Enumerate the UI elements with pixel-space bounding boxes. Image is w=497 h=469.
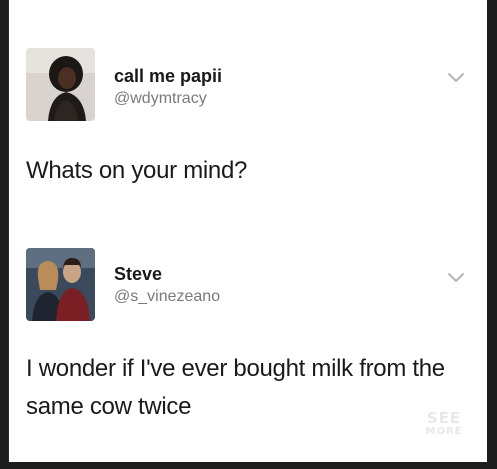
display-name[interactable]: call me papii	[114, 66, 222, 87]
avatar[interactable]	[26, 248, 95, 321]
chevron-down-icon[interactable]	[446, 270, 466, 284]
user-handle[interactable]: @wdymtracy	[114, 90, 207, 108]
watermark-line1: SEE	[426, 409, 462, 427]
chevron-down-icon[interactable]	[446, 70, 466, 84]
tweet-screenshot: call me papii @wdymtracy Whats on your m…	[8, 0, 487, 462]
user-handle[interactable]: @s_vinezeano	[114, 288, 220, 306]
tweet-text: Whats on your mind?	[26, 157, 248, 184]
watermark-line2: MORE	[425, 426, 463, 437]
see-more-watermark: SEE MORE	[419, 409, 469, 438]
display-name[interactable]: Steve	[114, 264, 162, 285]
avatar[interactable]	[26, 48, 95, 121]
tweet-text: I wonder if I've ever bought milk from t…	[26, 355, 445, 420]
